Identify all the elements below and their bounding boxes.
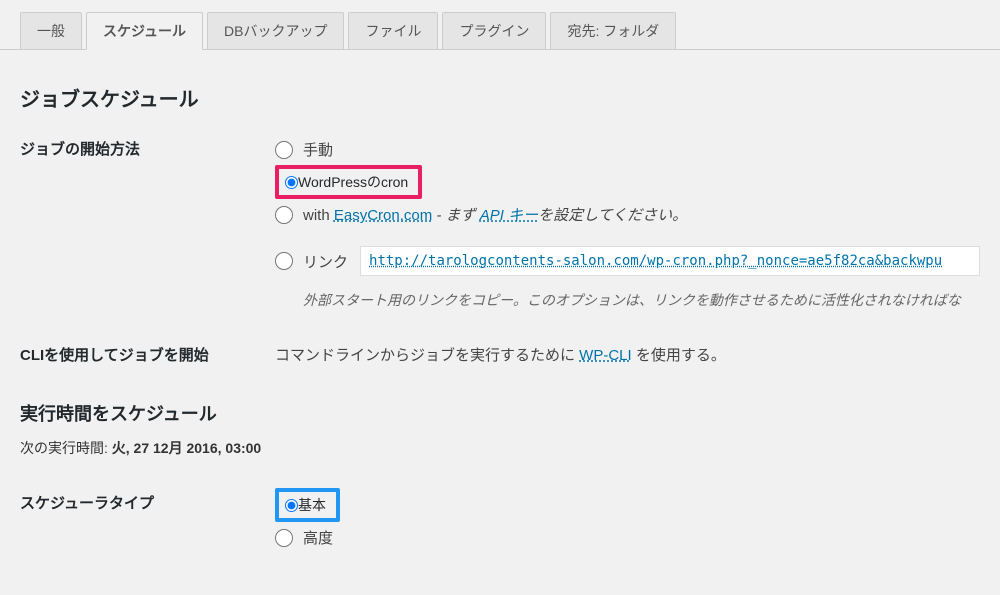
tab-general[interactable]: 一般: [20, 12, 82, 49]
easycron-suffix: を設定してください。: [538, 207, 687, 224]
link-easycron[interactable]: EasyCron.com: [334, 207, 432, 224]
row-start-method: ジョブの開始方法 手動 WordPressのcron with EasyCron…: [20, 134, 980, 310]
radio-link[interactable]: [275, 252, 293, 270]
radio-basic[interactable]: [285, 499, 298, 512]
cli-suffix: を使用する。: [632, 347, 726, 364]
row-scheduler-type: スケジューラタイプ 基本 高度: [20, 488, 980, 553]
link-wp-cli[interactable]: WP-CLI: [579, 347, 632, 364]
link-api-key[interactable]: API キー: [480, 207, 538, 224]
link-url-display[interactable]: http://tarologcontents-salon.com/wp-cron…: [360, 246, 980, 276]
next-run-label: 次の実行時間:: [20, 440, 112, 456]
heading-job-schedule: ジョブスケジュール: [20, 83, 980, 112]
content-area: ジョブスケジュール ジョブの開始方法 手動 WordPressのcron wit…: [0, 50, 1000, 578]
label-link: リンク: [303, 251, 348, 272]
highlight-wp-cron: WordPressのcron: [275, 165, 422, 199]
option-link: リンク http://tarologcontents-salon.com/wp-…: [275, 240, 980, 282]
next-run-value: 火, 27 12月 2016, 03:00: [112, 440, 261, 456]
option-manual: 手動: [275, 134, 980, 165]
tab-db-backup[interactable]: DBバックアップ: [207, 12, 344, 49]
option-basic-wrapper: 基本: [275, 488, 980, 522]
tab-destination[interactable]: 宛先: フォルダ: [550, 12, 676, 49]
option-link-wrapper: リンク http://tarologcontents-salon.com/wp-…: [275, 240, 980, 310]
label-start-method: ジョブの開始方法: [20, 134, 275, 159]
radio-advanced[interactable]: [275, 529, 293, 547]
cli-prefix: コマンドラインからジョブを実行するために: [275, 347, 579, 364]
heading-execution-time: 実行時間をスケジュール: [20, 400, 980, 426]
field-scheduler-type: 基本 高度: [275, 488, 980, 553]
tab-plugins[interactable]: プラグイン: [442, 12, 546, 49]
tab-files[interactable]: ファイル: [348, 12, 438, 49]
label-wp-cron[interactable]: WordPressのcron: [298, 172, 408, 192]
option-advanced: 高度: [275, 522, 980, 553]
field-start-method: 手動 WordPressのcron with EasyCron.com - まず…: [275, 134, 980, 310]
link-hint: 外部スタート用のリンクをコピー。このオプションは、リンクを動作させるために活性化…: [275, 282, 980, 310]
radio-manual[interactable]: [275, 141, 293, 159]
label-cli-start: CLIを使用してジョブを開始: [20, 340, 275, 365]
label-scheduler-type: スケジューラタイプ: [20, 488, 275, 513]
label-easycron[interactable]: with EasyCron.com - まず API キーを設定してください。: [303, 204, 687, 225]
field-cli-start: コマンドラインからジョブを実行するために WP-CLI を使用する。: [275, 340, 980, 365]
radio-easycron[interactable]: [275, 206, 293, 224]
radio-wp-cron[interactable]: [285, 176, 298, 189]
row-cli-start: CLIを使用してジョブを開始 コマンドラインからジョブを実行するために WP-C…: [20, 340, 980, 365]
option-easycron: with EasyCron.com - まず API キーを設定してください。: [275, 199, 980, 230]
easycron-mid: - まず: [432, 207, 480, 224]
easycron-prefix: with: [303, 207, 334, 224]
label-manual[interactable]: 手動: [303, 139, 333, 160]
next-run: 次の実行時間: 火, 27 12月 2016, 03:00: [20, 438, 980, 458]
label-basic[interactable]: 基本: [298, 495, 326, 515]
label-advanced[interactable]: 高度: [303, 527, 333, 548]
option-wp-cron-wrapper: WordPressのcron: [275, 165, 980, 199]
tab-bar: 一般 スケジュール DBバックアップ ファイル プラグイン 宛先: フォルダ: [0, 0, 1000, 50]
tab-schedule[interactable]: スケジュール: [86, 12, 203, 50]
highlight-basic: 基本: [275, 488, 340, 522]
